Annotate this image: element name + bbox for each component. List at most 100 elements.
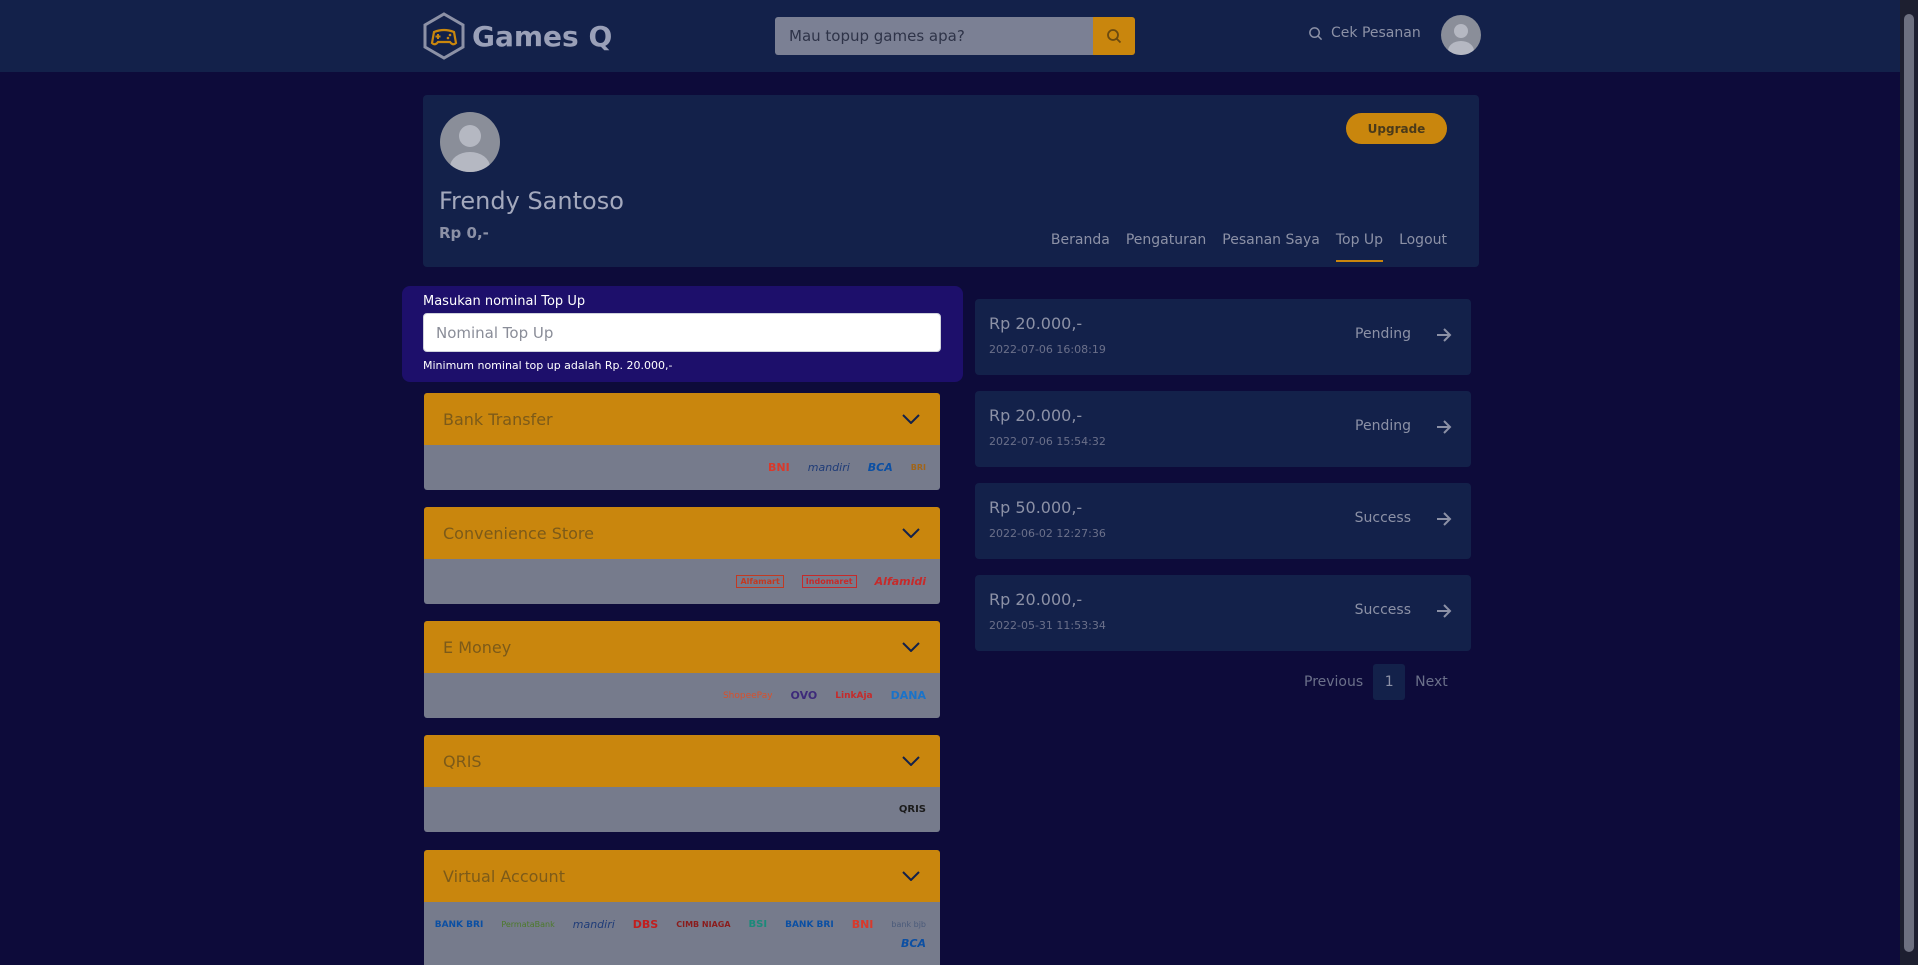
payment-title: QRIS — [443, 751, 482, 771]
wallet-logo: OVO — [790, 689, 818, 702]
payment-bank-transfer[interactable]: Bank Transfer BNI mandiri BCA BRI — [424, 393, 940, 490]
topup-form: Masukan nominal Top Up Minimum nominal t… — [402, 286, 963, 382]
payment-logos: Alfamart Indomaret Alfamidi — [424, 559, 940, 604]
history-date: 2022-07-06 15:54:32 — [989, 435, 1106, 448]
payment-e-money[interactable]: E Money ShopeePay OVO LinkAja DANA — [424, 621, 940, 718]
history-item[interactable]: Rp 20.000,- 2022-07-06 15:54:32 Pending — [975, 391, 1471, 467]
profile-name: Frendy Santoso — [439, 187, 624, 215]
payment-convenience-store[interactable]: Convenience Store Alfamart Indomaret Alf… — [424, 507, 940, 604]
brand-name: Games Q — [472, 19, 613, 53]
payment-header[interactable]: E Money — [424, 621, 940, 673]
pagination: Previous 1 Next — [1304, 664, 1448, 700]
arrow-right-icon[interactable] — [1435, 602, 1453, 620]
topup-hint: Minimum nominal top up adalah Rp. 20.000… — [423, 359, 673, 372]
bank-logo: BRI — [910, 463, 926, 472]
store-logo: Indomaret — [801, 575, 857, 588]
bank-logo: DBS — [632, 918, 659, 931]
topup-amount-input[interactable] — [423, 313, 941, 352]
payment-virtual-account[interactable]: Virtual Account BANK BRI PermataBank man… — [424, 850, 940, 965]
payment-logos: QRIS — [424, 787, 940, 832]
payment-logos: BANK BRI PermataBank mandiri DBS CIMB NI… — [424, 902, 940, 965]
bank-logo: BNI — [851, 918, 874, 931]
top-header: Games Q Cek Pesanan — [0, 0, 1900, 72]
check-order-link[interactable]: Cek Pesanan — [1308, 25, 1421, 41]
history-amount: Rp 20.000,- — [989, 406, 1083, 425]
history-status: Success — [1354, 602, 1411, 618]
history-date: 2022-06-02 12:27:36 — [989, 527, 1106, 540]
search-icon — [1309, 26, 1323, 40]
bank-logo: BCA — [901, 937, 926, 950]
wallet-logo: ShopeePay — [722, 690, 773, 701]
previous-page-button[interactable]: Previous — [1304, 674, 1363, 690]
tab-beranda[interactable]: Beranda — [1051, 232, 1110, 262]
payment-title: E Money — [443, 637, 512, 657]
bank-logo: bank bjb — [891, 920, 926, 929]
history-date: 2022-05-31 11:53:34 — [989, 619, 1106, 632]
user-icon — [450, 125, 490, 172]
bank-logo: mandiri — [572, 918, 615, 931]
search-button[interactable] — [1093, 17, 1135, 55]
gamepad-logo-icon — [423, 12, 465, 60]
chevron-down-icon — [902, 414, 920, 424]
profile-avatar — [440, 112, 500, 172]
bank-logo: mandiri — [807, 461, 850, 474]
history-status: Success — [1354, 510, 1411, 526]
payment-logos: ShopeePay OVO LinkAja DANA — [424, 673, 940, 718]
history-item[interactable]: Rp 20.000,- 2022-07-06 16:08:19 Pending — [975, 299, 1471, 375]
store-logo: Alfamidi — [874, 575, 926, 588]
bank-logo: BCA — [867, 461, 893, 474]
tab-pengaturan[interactable]: Pengaturan — [1126, 232, 1206, 262]
chevron-down-icon — [902, 756, 920, 766]
payment-title: Convenience Store — [443, 523, 594, 543]
tab-pesanan-saya[interactable]: Pesanan Saya — [1222, 232, 1320, 262]
payment-qris[interactable]: QRIS QRIS — [424, 735, 940, 832]
bank-logo: BSI — [748, 919, 768, 930]
payment-logos: BNI mandiri BCA BRI — [424, 445, 940, 490]
search-icon — [1107, 29, 1122, 44]
history-status: Pending — [1355, 418, 1411, 434]
history-item[interactable]: Rp 20.000,- 2022-05-31 11:53:34 Success — [975, 575, 1471, 651]
tab-logout[interactable]: Logout — [1399, 232, 1447, 262]
bank-logo: BANK BRI — [434, 919, 484, 930]
tab-top-up[interactable]: Top Up — [1335, 232, 1384, 262]
brand-logo[interactable]: Games Q — [422, 12, 612, 60]
profile-balance: Rp 0,- — [439, 224, 489, 242]
arrow-right-icon[interactable] — [1435, 326, 1453, 344]
check-order-label: Cek Pesanan — [1331, 25, 1421, 41]
history-amount: Rp 20.000,- — [989, 590, 1083, 609]
arrow-right-icon[interactable] — [1435, 510, 1453, 528]
next-page-button[interactable]: Next — [1415, 674, 1448, 690]
bank-logo: BNI — [768, 461, 790, 474]
profile-card: Frendy Santoso Rp 0,- Upgrade Beranda Pe… — [423, 95, 1479, 267]
bank-logo: PermataBank — [501, 920, 555, 929]
bank-logo: BANK BRI — [785, 919, 834, 930]
scrollbar-thumb[interactable] — [1904, 14, 1914, 952]
user-avatar[interactable] — [1441, 15, 1481, 55]
payment-header[interactable]: Bank Transfer — [424, 393, 940, 445]
profile-nav: Beranda Pengaturan Pesanan Saya Top Up L… — [1051, 232, 1447, 262]
history-date: 2022-07-06 16:08:19 — [989, 343, 1106, 356]
history-item[interactable]: Rp 50.000,- 2022-06-02 12:27:36 Success — [975, 483, 1471, 559]
payment-header[interactable]: QRIS — [424, 735, 940, 787]
qris-logo: QRIS — [898, 804, 926, 815]
chevron-down-icon — [902, 871, 920, 881]
chevron-down-icon — [902, 642, 920, 652]
chevron-down-icon — [902, 528, 920, 538]
payment-header[interactable]: Virtual Account — [424, 850, 940, 902]
payment-title: Virtual Account — [443, 866, 565, 886]
wallet-logo: DANA — [890, 689, 926, 702]
wallet-logo: LinkAja — [835, 690, 873, 701]
topup-label: Masukan nominal Top Up — [423, 294, 586, 309]
history-amount: Rp 50.000,- — [989, 498, 1083, 517]
search-input[interactable] — [775, 17, 1093, 55]
history-amount: Rp 20.000,- — [989, 314, 1083, 333]
payment-header[interactable]: Convenience Store — [424, 507, 940, 559]
upgrade-button[interactable]: Upgrade — [1346, 113, 1447, 144]
search-bar — [775, 17, 1135, 55]
bank-logo: CIMB NIAGA — [676, 920, 731, 929]
page-scrollbar[interactable] — [1900, 0, 1918, 965]
arrow-right-icon[interactable] — [1435, 418, 1453, 436]
page-number-button[interactable]: 1 — [1373, 664, 1406, 700]
payment-title: Bank Transfer — [443, 409, 553, 429]
store-logo: Alfamart — [736, 575, 784, 588]
